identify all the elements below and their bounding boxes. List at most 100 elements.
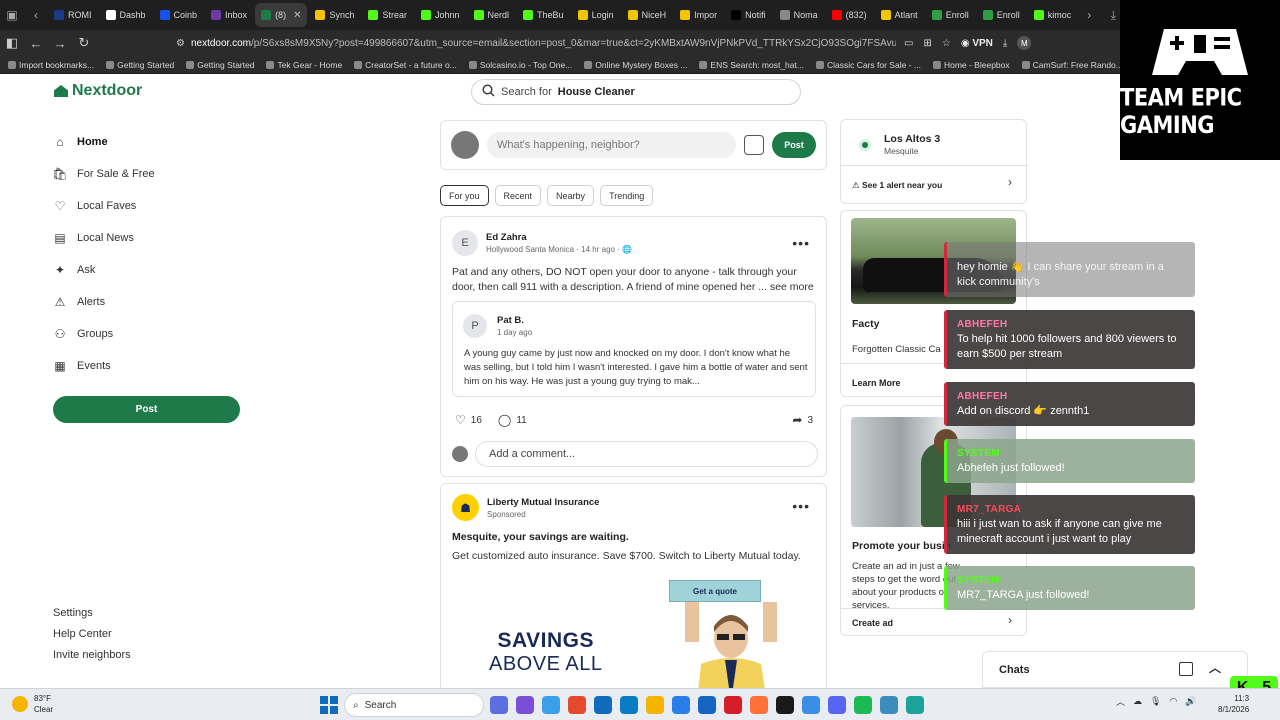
browser-tab[interactable]: NiceH <box>622 3 673 27</box>
author-avatar[interactable]: E <box>452 230 478 256</box>
browser-tab[interactable]: Coinb <box>154 3 204 27</box>
vpn-button[interactable]: ◉ VPN <box>961 38 993 49</box>
sidebar-item-home[interactable]: ⌂ Home <box>53 126 253 158</box>
reader-icon[interactable]: ▭ <box>904 38 913 49</box>
chevron-up-icon[interactable]: ︿ <box>1209 659 1221 676</box>
nextdoor-logo[interactable]: Nextdoor <box>54 82 142 100</box>
browser-tab[interactable]: Dashb <box>100 3 152 27</box>
teams-icon[interactable] <box>516 696 534 714</box>
download-icon[interactable]: ⤓ <box>1003 38 1007 49</box>
filter-chip[interactable]: Recent <box>494 185 542 206</box>
liberty-mutual-logo[interactable]: ☗ <box>452 494 479 521</box>
sidebar-item-local-news[interactable]: ▤ Local News <box>53 222 253 254</box>
filter-chip[interactable]: Nearby <box>547 185 595 206</box>
browser-tab[interactable]: Atlant <box>875 3 924 27</box>
taskbar-search[interactable]: ⌕ Search <box>344 693 484 717</box>
browser-tab[interactable]: TheBu <box>517 3 570 27</box>
sidebar-item-alerts[interactable]: ⚠ Alerts <box>53 286 253 318</box>
bookmark-item[interactable]: Tek Gear - Home <box>266 60 342 70</box>
chevron-right-icon[interactable]: › <box>1008 613 1012 627</box>
microphone-icon[interactable]: 🎙 <box>1150 696 1161 707</box>
user-avatar[interactable] <box>451 131 479 159</box>
footer-link[interactable]: Settings <box>53 607 131 628</box>
composer-input[interactable]: What's happening, neighbor? <box>487 132 736 158</box>
bookmark-item[interactable]: Classic Cars for Sale - ... <box>815 60 921 70</box>
browser-tab[interactable]: Impor <box>674 3 723 27</box>
add-photo-icon[interactable] <box>744 135 764 155</box>
browser-tab[interactable]: Synch <box>309 3 360 27</box>
forward-icon[interactable]: → <box>48 30 72 56</box>
sidebar-item-for-sale-free[interactable]: 🛍 For Sale & Free <box>52 158 253 190</box>
clock[interactable]: 11:3 8/1/2026 <box>1218 693 1249 715</box>
see-more-link[interactable]: see more <box>770 281 814 293</box>
browser-tab[interactable]: Notifi <box>725 3 772 27</box>
composer-post-button[interactable]: Post <box>772 132 816 158</box>
spotify-icon[interactable] <box>854 696 872 714</box>
sidebar-toggle-icon[interactable]: ◧ <box>0 30 24 56</box>
bookmark-item[interactable]: CamSurf: Free Rando... <box>1021 60 1123 70</box>
profile-avatar[interactable]: M <box>1017 36 1032 50</box>
bookmark-item[interactable]: Solcasino.io - Top One... <box>468 60 572 70</box>
browser-tab[interactable]: Enroll <box>977 3 1026 27</box>
bookmark-star-icon[interactable]: ☆ <box>942 38 951 49</box>
alert-link[interactable]: ⚠ See 1 alert near you <box>852 180 942 191</box>
tab-actions-icon[interactable]: ▣ <box>0 0 24 30</box>
file-explorer-icon[interactable] <box>490 696 508 714</box>
mail-icon[interactable] <box>698 696 716 714</box>
volume-icon[interactable]: 🔊 <box>1185 696 1196 707</box>
browser-tab[interactable]: (8) ✕ <box>255 3 308 27</box>
cloud-icon[interactable]: ☁ <box>1133 696 1142 707</box>
browser-tab[interactable]: kimoc <box>1028 3 1078 27</box>
tab-scroll-right-icon[interactable]: › <box>1077 0 1101 30</box>
browser-tab[interactable]: Strear <box>362 3 413 27</box>
sidebar-item-ask[interactable]: ✦ Ask <box>53 254 253 286</box>
start-button[interactable] <box>320 696 338 714</box>
new-chat-icon[interactable] <box>1179 662 1193 676</box>
browser-tab[interactable]: ROMI <box>48 3 98 27</box>
neighborhood-name[interactable]: Los Altos 3 <box>884 133 940 145</box>
bookmark-item[interactable]: Home - Bleepbox <box>932 60 1010 70</box>
site-info-icon[interactable]: ⚙ <box>176 38 185 49</box>
bookmark-item[interactable]: ENS Search: most_hat... <box>699 60 804 70</box>
learn-more-link[interactable]: Learn More <box>852 378 901 388</box>
bookmark-item[interactable]: CreatorSet - a future o... <box>354 60 457 70</box>
browser-tab[interactable]: (832) <box>826 3 873 27</box>
quoted-post[interactable]: P Pat B. 1 day ago A young guy came by j… <box>452 301 816 397</box>
chats-panel[interactable]: Chats ︿ <box>982 651 1248 688</box>
terminal-icon[interactable] <box>776 696 794 714</box>
like-button[interactable]: ♡ 16 <box>455 413 482 427</box>
weather-widget[interactable]: 83°F Clear <box>12 693 53 715</box>
folder-icon[interactable] <box>646 696 664 714</box>
footer-link[interactable]: Invite neighbors <box>53 649 131 670</box>
sidebar-item-groups[interactable]: ⚇ Groups <box>53 318 253 350</box>
bookmark-item[interactable]: Online Mystery Boxes ... <box>584 60 687 70</box>
filter-chip[interactable]: Trending <box>600 185 654 206</box>
comment-input[interactable]: Add a comment... <box>475 441 818 467</box>
browser-tab[interactable]: Johnn <box>415 3 466 27</box>
url-field[interactable]: ⚙ nextdoor.com/p/S6xs8sM9X5Ny?post=49986… <box>176 33 896 53</box>
sponsor-name[interactable]: Liberty Mutual Insurance <box>487 497 599 508</box>
wifi-icon[interactable]: ◠ <box>1169 696 1177 707</box>
office-icon[interactable] <box>568 696 586 714</box>
chevron-up-icon[interactable]: ︿ <box>1116 695 1125 708</box>
back-icon[interactable]: ← <box>24 30 48 56</box>
copilot-icon[interactable] <box>542 696 560 714</box>
sidebar-item-local-faves[interactable]: ♡ Local Faves <box>53 190 253 222</box>
browser-tab[interactable]: Enroll <box>926 3 975 27</box>
bookmark-item[interactable]: Getting Started <box>106 60 174 70</box>
opera-icon[interactable] <box>724 696 742 714</box>
chevron-right-icon[interactable]: › <box>1008 175 1012 189</box>
app-icon[interactable] <box>880 696 898 714</box>
browser-tab[interactable]: Noma <box>774 3 824 27</box>
share-button[interactable]: ➦ 3 <box>792 413 813 427</box>
browser-tab[interactable]: Login <box>572 3 620 27</box>
post-more-icon[interactable]: ••• <box>792 235 810 251</box>
sidebar-post-button[interactable]: Post <box>53 396 240 423</box>
firefox-icon[interactable] <box>750 696 768 714</box>
ad-more-icon[interactable]: ••• <box>792 498 810 514</box>
refresh-icon[interactable]: ↻ <box>72 30 96 56</box>
screenshot-icon[interactable]: ⊞ <box>923 38 931 49</box>
discord-icon[interactable] <box>828 696 846 714</box>
bookmark-item[interactable]: Import bookmarks... <box>8 60 94 70</box>
post-author[interactable]: Ed Zahra <box>486 232 632 243</box>
